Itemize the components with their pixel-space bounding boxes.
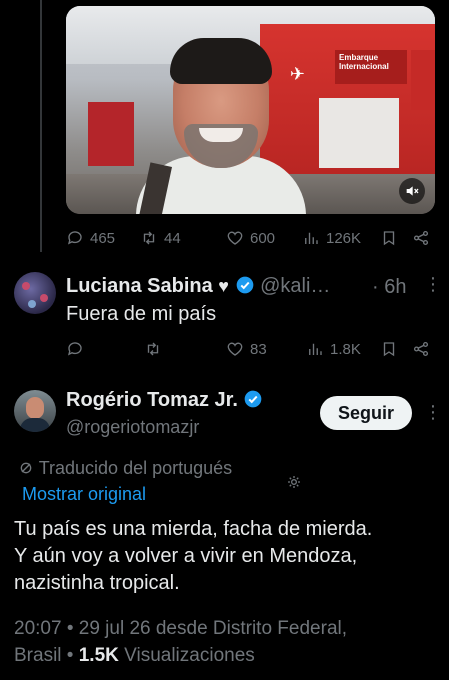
translated-label: Traducido del portugués (38, 458, 233, 478)
retweet-button[interactable] (144, 340, 162, 358)
translate-icon (20, 462, 32, 474)
tweet-text: Tu país es una mierda, facha de mierda. … (14, 516, 444, 597)
avatar-decoration (28, 300, 36, 308)
reply-icon (67, 231, 82, 245)
avatar-decoration (22, 282, 30, 290)
handle[interactable]: @kali… (260, 275, 330, 297)
share-button[interactable] (412, 340, 430, 358)
translation-note: Traducido del portugués (18, 458, 232, 479)
like-count: 600 (250, 229, 276, 247)
bookmark-button[interactable] (380, 229, 398, 247)
retweet-button[interactable]: 44 (140, 229, 181, 247)
timestamp-location[interactable]: 20:07 • 29 jul 26 desde Distrito Federal… (14, 615, 444, 642)
video-sign-edge (411, 50, 435, 110)
bookmark-icon (383, 231, 395, 246)
more-options-icon[interactable]: ⋮ (424, 274, 442, 295)
views-button[interactable]: 1.8K (306, 340, 361, 358)
retweet-icon (147, 342, 159, 356)
like-button[interactable]: 600 (226, 229, 275, 247)
reply-icon (67, 342, 82, 356)
views-button[interactable]: 126K (302, 229, 361, 247)
like-count: 83 (250, 340, 267, 358)
thread-connector-line (40, 0, 42, 252)
tweet-text-line: Y aún voy a volver a vivir en Mendoza, (14, 545, 358, 567)
avatar[interactable] (14, 390, 56, 432)
reply-tweet-actions: 83 1.8K (66, 339, 435, 359)
tweet-video[interactable]: ✈ Embarque Internacional (66, 6, 435, 214)
video-shop (88, 102, 134, 166)
retweet-count: 44 (164, 229, 181, 247)
reply-text: Fuera de mi país (66, 303, 217, 325)
main-author-line: Rogério Tomaz Jr. (66, 389, 263, 412)
tweet-text-line: nazistinha tropical. (14, 572, 180, 594)
display-name[interactable]: Luciana Sabina (66, 275, 213, 297)
parent-tweet-actions: 465 44 600 126K (66, 228, 435, 248)
reply-count: 465 (90, 229, 116, 247)
share-button[interactable] (412, 229, 430, 247)
views-icon (305, 232, 318, 244)
verified-badge-icon (245, 390, 262, 408)
avatar-body (20, 418, 50, 432)
follow-button[interactable]: Seguir (320, 396, 412, 430)
reply-button[interactable] (66, 340, 84, 358)
timestamp[interactable]: · 6h (372, 276, 406, 299)
airplane-icon: ✈ (289, 64, 305, 84)
avatar-decoration (40, 294, 48, 302)
translation-settings-icon[interactable] (286, 474, 302, 495)
views-line: Brasil • 1.5K Visualizaciones (14, 642, 444, 669)
views-count: 1.8K (330, 340, 361, 358)
tweet-text-line: Tu país es una mierda, facha de mierda. (14, 518, 373, 540)
views-count: 126K (326, 229, 362, 247)
display-name[interactable]: Rogério Tomaz Jr. (66, 389, 238, 411)
person-hair (170, 38, 272, 84)
speaker-muted-icon[interactable] (399, 178, 425, 204)
location-continued: Brasil (14, 645, 62, 666)
handle[interactable]: @rogeriotomazjr (66, 417, 199, 438)
views-icon (309, 343, 322, 355)
share-icon (413, 230, 429, 246)
reply-author-line: Luciana Sabina ♥ @kali… (66, 275, 330, 298)
heart-icon (227, 231, 243, 245)
separator: • (61, 645, 79, 666)
heart-emoji-icon: ♥ (218, 276, 229, 296)
video-poster (319, 98, 399, 168)
bookmark-button[interactable] (380, 340, 398, 358)
like-button[interactable]: 83 (226, 340, 267, 358)
video-sign: Embarque Internacional (335, 50, 407, 84)
tweet-meta: 20:07 • 29 jul 26 desde Distrito Federal… (14, 615, 444, 669)
avatar-head (26, 397, 44, 419)
views-label: Visualizaciones (118, 645, 255, 666)
views-count[interactable]: 1.5K (79, 645, 119, 666)
show-original-link[interactable]: Mostrar original (22, 484, 146, 505)
bookmark-icon (383, 342, 395, 357)
retweet-icon (143, 231, 155, 245)
share-icon (413, 341, 429, 357)
reply-button[interactable]: 465 (66, 229, 115, 247)
avatar[interactable] (14, 272, 56, 314)
verified-badge-icon (236, 276, 253, 294)
more-options-icon[interactable]: ⋮ (424, 402, 442, 423)
heart-icon (227, 342, 243, 356)
